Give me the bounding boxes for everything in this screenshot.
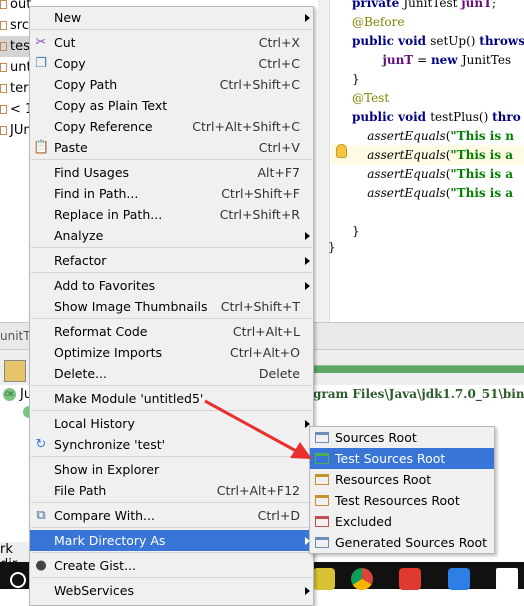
arrow-shaft	[204, 399, 299, 454]
red-arrow-annotation	[204, 399, 312, 459]
